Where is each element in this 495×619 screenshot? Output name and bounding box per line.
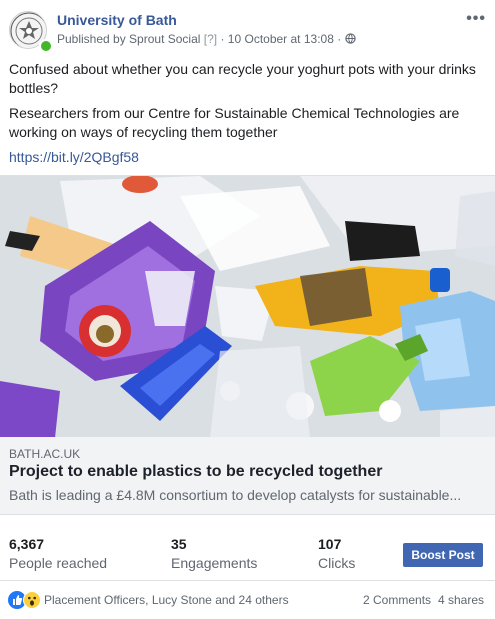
stat-number: 6,367 bbox=[9, 536, 45, 552]
preview-description: Bath is leading a £4.8M consortium to de… bbox=[9, 487, 462, 503]
preview-title[interactable]: Project to enable plastics to be recycle… bbox=[9, 463, 382, 481]
comments-count[interactable]: 2 Comments bbox=[363, 593, 431, 607]
post-text: Confused about whether you can recycle y… bbox=[9, 60, 487, 173]
reaction-names[interactable]: Placement Officers, Lucy Stone and 24 ot… bbox=[44, 593, 289, 607]
post-date[interactable]: 10 October at 13:08 bbox=[228, 32, 334, 46]
post-paragraph-2: Researchers from our Centre for Sustaina… bbox=[9, 105, 460, 140]
link-preview-image[interactable] bbox=[0, 175, 495, 438]
boost-post-button[interactable]: Boost Post bbox=[403, 543, 483, 567]
stat-label: Clicks bbox=[318, 555, 356, 571]
preview-domain: BATH.AC.UK bbox=[9, 447, 81, 461]
divider bbox=[0, 580, 495, 581]
post-insights: 6,367 People reached 35 Engagements 107 … bbox=[0, 522, 495, 580]
meta-separator-2: · bbox=[337, 32, 342, 46]
globe-icon[interactable] bbox=[344, 33, 356, 44]
help-marker[interactable]: [?] bbox=[204, 32, 217, 46]
wow-icon[interactable] bbox=[23, 591, 41, 609]
stat-label: People reached bbox=[9, 555, 108, 571]
shares-count[interactable]: 4 shares bbox=[438, 593, 484, 607]
meta-separator: · bbox=[220, 32, 225, 46]
plastic-waste-photo bbox=[0, 176, 495, 438]
more-options-icon[interactable]: ••• bbox=[466, 10, 486, 28]
post-header: University of Bath Published by Sprout S… bbox=[0, 0, 495, 56]
stat-number: 35 bbox=[171, 536, 187, 552]
stat-engagements[interactable]: 35 Engagements bbox=[171, 536, 257, 571]
post-meta: Published by Sprout Social [?] · 10 Octo… bbox=[57, 32, 356, 46]
link-preview[interactable]: BATH.AC.UK Project to enable plastics to… bbox=[0, 437, 495, 515]
online-status-dot bbox=[39, 39, 53, 53]
post-paragraph-1: Confused about whether you can recycle y… bbox=[9, 61, 476, 96]
page-name-link[interactable]: University of Bath bbox=[57, 12, 177, 28]
stat-label: Engagements bbox=[171, 555, 258, 571]
reactions-bar: Placement Officers, Lucy Stone and 24 ot… bbox=[0, 588, 495, 614]
facebook-post: University of Bath Published by Sprout S… bbox=[0, 0, 495, 619]
stat-number: 107 bbox=[318, 536, 342, 552]
published-by[interactable]: Published by Sprout Social bbox=[57, 32, 200, 46]
post-link[interactable]: https://bit.ly/2QBgf58 bbox=[9, 149, 139, 165]
stat-clicks[interactable]: 107 Clicks bbox=[318, 536, 355, 571]
stat-people-reached: 6,367 People reached bbox=[9, 536, 107, 571]
